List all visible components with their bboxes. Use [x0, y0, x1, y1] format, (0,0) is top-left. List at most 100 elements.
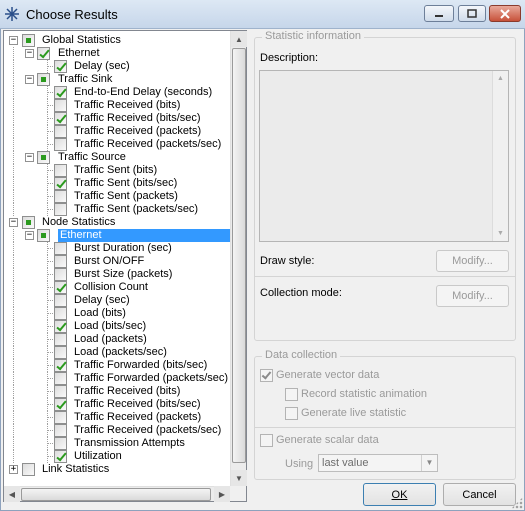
tree-checkbox[interactable]: [54, 203, 67, 216]
tree-row[interactable]: − Ethernet: [4, 229, 230, 242]
tree-row[interactable]: − Traffic Source: [4, 151, 230, 164]
tree-row[interactable]: Load (packets): [4, 333, 230, 346]
tree-row[interactable]: Burst ON/OFF: [4, 255, 230, 268]
tree-checkbox[interactable]: [22, 216, 35, 229]
tree-label: Traffic Received (bits/sec): [74, 112, 201, 124]
scroll-right-button[interactable]: ▶: [214, 486, 230, 502]
collapse-icon[interactable]: −: [25, 153, 34, 162]
tree-vertical-scrollbar[interactable]: ▲ ▼: [230, 31, 247, 486]
tree-checkbox[interactable]: [54, 164, 67, 177]
tree-checkbox[interactable]: [54, 99, 67, 112]
tree-checkbox[interactable]: [54, 125, 67, 138]
tree-checkbox[interactable]: [54, 86, 67, 99]
tree-checkbox[interactable]: [54, 294, 67, 307]
tree-checkbox[interactable]: [54, 333, 67, 346]
minimize-button[interactable]: [424, 5, 454, 22]
scroll-down-button[interactable]: ▼: [231, 470, 247, 486]
tree-checkbox[interactable]: [54, 385, 67, 398]
tree-row[interactable]: Load (bits): [4, 307, 230, 320]
collapse-icon[interactable]: −: [9, 36, 18, 45]
tree-checkbox[interactable]: [54, 424, 67, 437]
tree-checkbox[interactable]: [54, 359, 67, 372]
tree-checkbox[interactable]: [54, 346, 67, 359]
tree-row[interactable]: Delay (sec): [4, 60, 230, 73]
tree-checkbox[interactable]: [37, 151, 50, 164]
tree-horizontal-scrollbar[interactable]: ◀ ▶: [4, 486, 230, 502]
collapse-icon[interactable]: −: [25, 231, 34, 240]
tree-checkbox[interactable]: [54, 450, 67, 463]
tree-checkbox[interactable]: [22, 34, 35, 47]
generate-live-checkbox[interactable]: [285, 407, 298, 420]
collapse-icon[interactable]: −: [9, 218, 18, 227]
tree-checkbox[interactable]: [54, 255, 67, 268]
tree-connector: [13, 281, 14, 294]
tree-row[interactable]: Traffic Sent (bits): [4, 164, 230, 177]
using-select[interactable]: last value ▼: [318, 454, 438, 472]
tree-checkbox[interactable]: [54, 281, 67, 294]
tree-checkbox[interactable]: [37, 47, 50, 60]
tree-row[interactable]: Traffic Forwarded (bits/sec): [4, 359, 230, 372]
tree-row[interactable]: Traffic Received (bits): [4, 99, 230, 112]
tree-row[interactable]: − Node Statistics: [4, 216, 230, 229]
tree-row[interactable]: Collision Count: [4, 281, 230, 294]
tree-row[interactable]: Traffic Sent (bits/sec): [4, 177, 230, 190]
description-scrollbar[interactable]: ▲ ▼: [492, 71, 508, 241]
tree-row[interactable]: Traffic Received (bits): [4, 385, 230, 398]
scroll-left-button[interactable]: ◀: [4, 486, 20, 502]
tree-row[interactable]: + Link Statistics: [4, 463, 230, 476]
tree-row[interactable]: Traffic Received (bits/sec): [4, 112, 230, 125]
tree-row[interactable]: Traffic Sent (packets): [4, 190, 230, 203]
tree-checkbox[interactable]: [54, 268, 67, 281]
tree-checkbox[interactable]: [54, 60, 67, 73]
ok-button[interactable]: OK: [363, 483, 436, 506]
tree-row[interactable]: Traffic Forwarded (packets/sec): [4, 372, 230, 385]
tree-row[interactable]: Traffic Received (packets/sec): [4, 424, 230, 437]
tree-row[interactable]: End-to-End Delay (seconds): [4, 86, 230, 99]
tree-row[interactable]: Utilization: [4, 450, 230, 463]
close-button[interactable]: [489, 5, 521, 22]
tree-checkbox[interactable]: [22, 463, 35, 476]
expand-icon[interactable]: +: [9, 465, 18, 474]
tree-row[interactable]: Burst Size (packets): [4, 268, 230, 281]
tree-checkbox[interactable]: [54, 437, 67, 450]
maximize-button[interactable]: [458, 5, 486, 22]
draw-style-modify-button[interactable]: Modify...: [436, 250, 509, 272]
description-field[interactable]: ▲ ▼: [259, 70, 509, 242]
generate-vector-checkbox[interactable]: [260, 369, 273, 382]
tree-checkbox[interactable]: [54, 398, 67, 411]
generate-scalar-checkbox[interactable]: [260, 434, 273, 447]
tree-row[interactable]: Delay (sec): [4, 294, 230, 307]
tree-row[interactable]: Traffic Sent (packets/sec): [4, 203, 230, 216]
scroll-up-button[interactable]: ▲: [231, 31, 247, 47]
tree-checkbox[interactable]: [54, 112, 67, 125]
tree-checkbox[interactable]: [54, 177, 67, 190]
scroll-thumb-horizontal[interactable]: [21, 488, 211, 501]
tree-row[interactable]: − Traffic Sink: [4, 73, 230, 86]
collapse-icon[interactable]: −: [25, 49, 34, 58]
tree-checkbox[interactable]: [54, 320, 67, 333]
tree-row[interactable]: Burst Duration (sec): [4, 242, 230, 255]
tree-row[interactable]: Load (packets/sec): [4, 346, 230, 359]
tree-row[interactable]: Load (bits/sec): [4, 320, 230, 333]
collection-mode-modify-button[interactable]: Modify...: [436, 285, 509, 307]
tree-row[interactable]: Transmission Attempts: [4, 437, 230, 450]
tree-row[interactable]: − Global Statistics: [4, 34, 230, 47]
collapse-icon[interactable]: −: [25, 75, 34, 84]
tree-row[interactable]: Traffic Received (packets/sec): [4, 138, 230, 151]
tree-checkbox[interactable]: [54, 307, 67, 320]
tree-checkbox[interactable]: [37, 229, 50, 242]
tree-checkbox[interactable]: [54, 190, 67, 203]
tree-row[interactable]: − Ethernet: [4, 47, 230, 60]
tree-checkbox[interactable]: [54, 372, 67, 385]
record-animation-checkbox[interactable]: [285, 388, 298, 401]
cancel-button[interactable]: Cancel: [443, 483, 516, 506]
tree-row[interactable]: Traffic Received (packets): [4, 125, 230, 138]
tree-checkbox[interactable]: [54, 242, 67, 255]
tree-checkbox[interactable]: [54, 138, 67, 151]
scroll-thumb-vertical[interactable]: [232, 48, 246, 463]
tree-checkbox[interactable]: [37, 73, 50, 86]
tree-row[interactable]: Traffic Received (bits/sec): [4, 398, 230, 411]
tree-checkbox[interactable]: [54, 411, 67, 424]
statistics-tree[interactable]: − Global Statistics − Ethernet Delay (sec) − T…: [3, 30, 247, 502]
tree-row[interactable]: Traffic Received (packets): [4, 411, 230, 424]
